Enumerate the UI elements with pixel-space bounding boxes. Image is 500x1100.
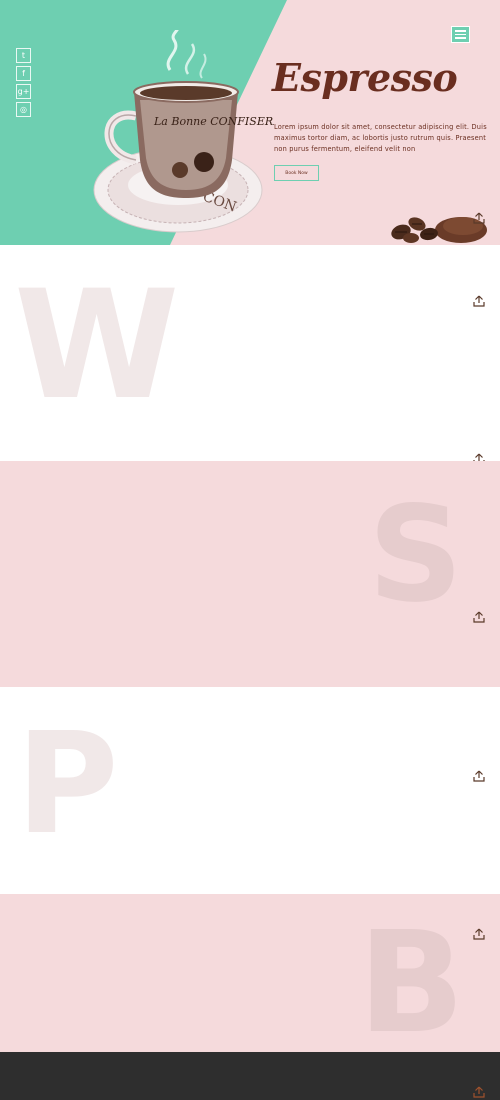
hero-section: t f g+ ◎ CON La Bonne CONFISERIE Espress… — [0, 0, 500, 245]
scroll-up-icon[interactable] — [473, 928, 485, 940]
menu-icon-line — [455, 33, 466, 36]
hero-description: Lorem ipsum dolor sit amet, consectetur … — [274, 123, 487, 153]
scroll-up-icon[interactable] — [473, 212, 485, 224]
section-letter: B — [358, 902, 465, 1053]
coffee-cup-image: CON La Bonne CONFISERIE — [93, 30, 274, 233]
section-letter: S — [368, 478, 464, 632]
cup-text: La Bonne CONFISERIE — [153, 115, 274, 128]
dribbble-icon[interactable]: ◎ — [16, 102, 31, 117]
menu-toggle-button[interactable] — [451, 26, 470, 43]
menu-icon-line — [455, 30, 466, 32]
footer — [0, 1052, 500, 1100]
section-letter: W — [14, 259, 180, 433]
book-now-button[interactable]: Book Now — [274, 165, 319, 181]
section-letter: P — [16, 703, 119, 866]
social-links: t f g+ ◎ — [16, 48, 31, 117]
twitter-icon[interactable]: t — [16, 48, 31, 63]
scroll-up-icon[interactable] — [473, 1086, 485, 1098]
scroll-up-icon[interactable] — [473, 611, 485, 623]
google-plus-icon[interactable]: g+ — [16, 84, 31, 99]
section-w: W — [0, 245, 500, 461]
page-title: Espresso — [272, 55, 458, 100]
menu-icon-line — [455, 37, 466, 39]
scroll-up-icon[interactable] — [473, 453, 485, 461]
section-s: S — [0, 461, 500, 687]
section-p: P — [0, 687, 500, 894]
scroll-up-icon[interactable] — [473, 295, 485, 307]
section-b: B — [0, 894, 500, 1052]
scroll-up-icon[interactable] — [473, 770, 485, 782]
facebook-icon[interactable]: f — [16, 66, 31, 81]
